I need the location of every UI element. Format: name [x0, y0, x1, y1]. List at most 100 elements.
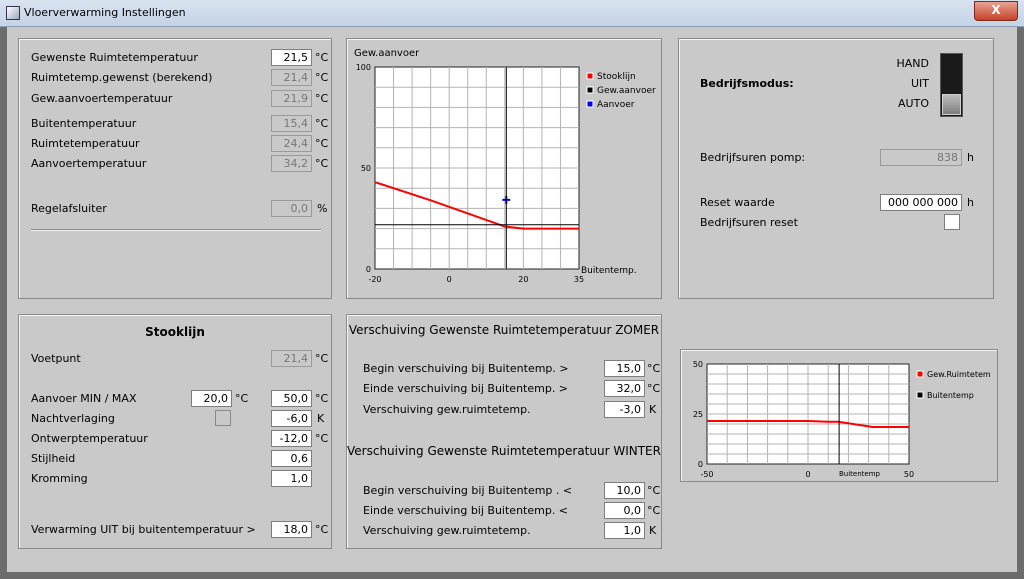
chart1-y-tick-label: 50: [361, 164, 371, 173]
reset-value-label: Reset waarde: [700, 196, 775, 209]
heating-off-unit: °C: [315, 523, 329, 536]
pump-hours-label: Bedrijfsuren pomp:: [700, 151, 806, 164]
summer-end-label: Einde verschuiving bij Buitentemp. >: [363, 382, 569, 395]
winter-end-input[interactable]: 0,0: [604, 502, 645, 519]
aanvoer-min-unit: °C: [235, 392, 249, 405]
winter-end-unit: °C: [647, 504, 661, 517]
summer-shift-unit: K: [649, 403, 657, 416]
nachtverlaging-checkbox[interactable]: [215, 410, 231, 426]
nachtverlaging-label: Nachtverlaging: [31, 412, 115, 425]
kromming-label: Kromming: [31, 472, 88, 485]
room-unit-6: %: [317, 202, 328, 215]
summer-end-input[interactable]: 32,0: [604, 380, 645, 397]
summer-shift-input[interactable]: -3,0: [604, 401, 645, 418]
hours-reset-checkbox[interactable]: [944, 214, 960, 230]
summer-begin-unit: °C: [647, 362, 661, 375]
ontwerptemperatuur-label: Ontwerptemperatuur: [31, 432, 148, 445]
title-bar: Vloerverwarming Instellingen X: [0, 0, 1024, 27]
valve-value: 0,0: [271, 200, 312, 217]
chart1-x-tick-label: -20: [368, 275, 381, 284]
summer-shift-label: Verschuiving gew.ruimtetemp.: [363, 403, 531, 416]
room-divider: [31, 229, 321, 231]
window-client: Gewenste Ruimtetemperatuur 21,5 °C Ruimt…: [7, 27, 1017, 572]
hours-reset-label: Bedrijfsuren reset: [700, 216, 798, 229]
winter-begin-input[interactable]: 10,0: [604, 482, 645, 499]
chart1-x-tick-label: 35: [574, 275, 584, 284]
room-unit-4: °C: [315, 137, 329, 150]
stooklijn-panel: Stooklijn Voetpunt 21,4 °C Aanvoer MIN /…: [18, 314, 332, 549]
chart1-x-tick-label: 0: [447, 275, 452, 284]
mode-switch[interactable]: [940, 53, 963, 117]
chart2-y-tick-label: 50: [693, 360, 703, 369]
chart1-y-tick-label: 0: [366, 265, 371, 274]
summer-end-unit: °C: [647, 382, 661, 395]
reset-value-input[interactable]: 000 000 000: [880, 194, 962, 211]
chart2-legend-label-buitentemp: Buitentemp: [927, 391, 974, 400]
close-button[interactable]: X: [974, 1, 1018, 21]
heating-off-input[interactable]: 18,0: [271, 521, 312, 538]
chart1-x-axis-label: Buitentemp.: [581, 266, 637, 276]
calc-room-temp-value: 21,4: [271, 69, 312, 86]
chart1-x-tick-label: 20: [518, 275, 528, 284]
winter-end-label: Einde verschuiving bij Buitentemp. <: [363, 504, 569, 517]
aanvoer-minmax-label: Aanvoer MIN / MAX: [31, 392, 137, 405]
stijlheid-input[interactable]: 0,6: [271, 450, 312, 467]
winter-begin-label: Begin verschuiving bij Buitentemp . <: [363, 484, 573, 497]
chart2-legend-label-gew-ruimtetem: Gew.Ruimtetem: [927, 370, 991, 379]
room-temp-value: 24,4: [271, 135, 312, 152]
chart1-title: Gew.aanvoer: [354, 48, 420, 59]
chart2-y-tick-label: 0: [698, 460, 703, 469]
chart1-y-tick-label: 100: [356, 63, 371, 72]
nachtverlaging-input[interactable]: -6,0: [271, 410, 312, 427]
summer-title: Verschuiving Gewenste Ruimtetemperatuur …: [348, 323, 660, 337]
app-icon: [6, 6, 20, 20]
room-unit-3: °C: [315, 117, 329, 130]
aanvoer-max-input[interactable]: 50,0: [271, 390, 312, 407]
winter-shift-unit: K: [649, 524, 657, 537]
ontwerptemperatuur-input[interactable]: -12,0: [271, 430, 312, 447]
winter-shift-input[interactable]: 1,0: [604, 522, 645, 539]
room-label-0: Gewenste Ruimtetemperatuur: [31, 51, 198, 64]
chart1-legend-label-gew-aanvoer: Gew.aanvoer: [597, 86, 656, 96]
aanvoer-min-input[interactable]: 20,0: [191, 390, 232, 407]
shift-panel: Verschuiving Gewenste Ruimtetemperatuur …: [346, 314, 662, 549]
ontwerptemperatuur-unit: °C: [315, 432, 329, 445]
chart1-legend-swatch-aanvoer: [586, 100, 594, 108]
room-unit-1: °C: [315, 71, 329, 84]
mode-option-uit[interactable]: UIT: [911, 77, 929, 90]
summer-begin-input[interactable]: 15,0: [604, 360, 645, 377]
room-label-5: Aanvoertemperatuur: [31, 157, 147, 170]
room-label-4: Ruimtetemperatuur: [31, 137, 140, 150]
winter-title: Verschuiving Gewenste Ruimtetemperatuur …: [347, 444, 661, 458]
room-label-1: Ruimtetemp.gewenst (berekend): [31, 71, 213, 84]
chart1-legend-swatch-stooklijn: [586, 72, 594, 80]
stijlheid-label: Stijlheid: [31, 452, 76, 465]
mode-option-hand[interactable]: HAND: [897, 57, 930, 70]
kromming-input[interactable]: 1,0: [271, 470, 312, 487]
window-title: Vloerverwarming Instellingen: [24, 6, 186, 19]
room-shift-chart-panel: -50 0 50 0 25 50 Buitentemp Gew.Ruimtetem Buiten…: [680, 349, 998, 482]
summer-begin-label: Begin verschuiving bij Buitentemp. >: [363, 362, 569, 375]
supply-temp-value: 34,2: [271, 155, 312, 172]
desired-supply-temp-value: 21,9: [271, 90, 312, 107]
stooklijn-title: Stooklijn: [145, 325, 205, 339]
mode-label: Bedrijfsmodus:: [700, 77, 794, 90]
chart2-legend-swatch-buitentemp: [916, 391, 924, 399]
mode-switch-knob[interactable]: [942, 94, 961, 115]
pump-hours-value: 838: [880, 149, 962, 166]
mode-option-auto[interactable]: AUTO: [898, 97, 929, 110]
winter-begin-unit: °C: [647, 484, 661, 497]
room-unit-5: °C: [315, 157, 329, 170]
aanvoer-max-unit: °C: [315, 392, 329, 405]
reset-value-unit: h: [967, 196, 974, 209]
room-label-2: Gew.aanvoertemperatuur: [31, 92, 173, 105]
chart2-legend-swatch-gew-ruimtetem: [916, 370, 924, 378]
heating-curve-chart-panel: -20 0 20 35 0 50 100 Gew.aanvoer Buitentemp. Stoo…: [346, 38, 662, 299]
room-unit-2: °C: [315, 92, 329, 105]
room-label-3: Buitentemperatuur: [31, 117, 137, 130]
desired-room-temp-input[interactable]: 21,5: [271, 49, 312, 66]
chart1-legend-label-aanvoer: Aanvoer: [597, 100, 635, 110]
mode-panel: Bedrijfsmodus: HAND UIT AUTO Bedrijfsure…: [678, 38, 994, 299]
chart2-x-tick-label: 50: [904, 470, 914, 479]
voetpunt-value: 21,4: [271, 350, 312, 367]
